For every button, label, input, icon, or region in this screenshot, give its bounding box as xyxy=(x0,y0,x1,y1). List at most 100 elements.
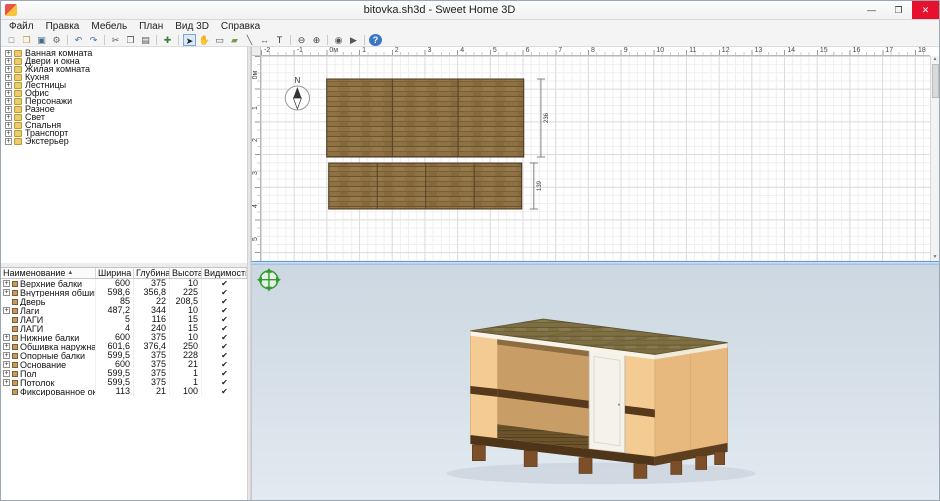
visibility-checkbox[interactable]: ✔ xyxy=(202,279,247,288)
visibility-checkbox[interactable]: ✔ xyxy=(202,351,247,360)
expand-icon[interactable]: + xyxy=(5,138,12,145)
zoom-out-icon[interactable]: ⊖ xyxy=(295,34,308,46)
plan-canvas[interactable]: N xyxy=(261,56,930,261)
expand-icon[interactable]: + xyxy=(3,280,10,287)
furniture-name: Лаги xyxy=(20,306,39,315)
visibility-checkbox[interactable]: ✔ xyxy=(202,306,247,315)
menu-item[interactable]: Мебель xyxy=(85,20,133,33)
furniture-name-cell: +Обшивка наружная xyxy=(1,342,96,351)
visibility-checkbox[interactable]: ✔ xyxy=(202,297,247,306)
column-header[interactable]: Высота xyxy=(170,268,202,278)
expand-icon[interactable]: + xyxy=(3,334,10,341)
menu-item[interactable]: Справка xyxy=(215,20,266,33)
menu-item[interactable]: Правка xyxy=(40,20,86,33)
zoom-in-icon[interactable]: ⊕ xyxy=(310,34,323,46)
expand-icon[interactable]: + xyxy=(5,106,12,113)
menu-item[interactable]: Вид 3D xyxy=(169,20,215,33)
pan-icon[interactable]: ✋ xyxy=(198,34,211,46)
expand-icon[interactable]: + xyxy=(5,58,12,65)
expand-icon[interactable]: + xyxy=(5,66,12,73)
create-dimensions-icon[interactable]: ↔ xyxy=(258,34,271,46)
furniture-name: Нижние балки xyxy=(20,333,79,342)
scroll-down-icon[interactable]: ▼ xyxy=(933,254,938,261)
expand-icon[interactable]: + xyxy=(3,361,10,368)
expand-icon[interactable]: + xyxy=(3,289,10,296)
expand-icon[interactable]: + xyxy=(3,343,10,350)
visibility-checkbox[interactable]: ✔ xyxy=(202,333,247,342)
paste-icon[interactable]: ▤ xyxy=(139,34,152,46)
create-polylines-icon[interactable]: ╲ xyxy=(243,34,256,46)
visibility-checkbox[interactable]: ✔ xyxy=(202,288,247,297)
scroll-up-icon[interactable]: ▲ xyxy=(933,56,938,63)
expand-icon[interactable]: + xyxy=(3,370,10,377)
expand-icon[interactable]: + xyxy=(5,114,12,121)
visibility-checkbox[interactable]: ✔ xyxy=(202,378,247,387)
select-icon[interactable]: ➤ xyxy=(183,34,196,46)
ruler-label: 18 xyxy=(918,47,926,54)
expand-icon[interactable]: + xyxy=(5,90,12,97)
scrollbar-thumb[interactable] xyxy=(932,64,939,98)
menu-item[interactable]: Файл xyxy=(3,20,40,33)
expand-icon[interactable]: + xyxy=(5,122,12,129)
expand-icon[interactable]: + xyxy=(5,130,12,137)
app-icon xyxy=(5,4,17,16)
help-icon[interactable]: ? xyxy=(369,34,382,46)
ruler-label: 4 xyxy=(252,198,260,214)
close-button[interactable]: ✕ xyxy=(912,1,939,19)
redo-icon[interactable]: ↷ xyxy=(87,34,100,46)
table-row[interactable]: ЛАГИ511615✔ xyxy=(1,315,247,324)
plan-vertical-scrollbar[interactable]: ▲ ▼ xyxy=(930,56,939,261)
preferences-icon[interactable]: ⚙ xyxy=(50,34,63,46)
visibility-checkbox[interactable]: ✔ xyxy=(202,387,247,396)
visibility-checkbox[interactable]: ✔ xyxy=(202,360,247,369)
ruler-label: 0м xyxy=(329,47,338,54)
view-3d[interactable] xyxy=(251,265,939,500)
category-folder-icon xyxy=(14,130,22,137)
visibility-checkbox[interactable]: ✔ xyxy=(202,369,247,378)
visibility-checkbox[interactable]: ✔ xyxy=(202,342,247,351)
navigation-indicator-icon[interactable] xyxy=(257,268,281,292)
expand-icon[interactable]: + xyxy=(3,379,10,386)
minimize-button[interactable]: — xyxy=(858,1,885,19)
create-video-icon[interactable]: ▶ xyxy=(347,34,360,46)
create-rooms-icon[interactable]: ▰ xyxy=(228,34,241,46)
furniture-catalog[interactable]: +Ванная комната+Двери и окна+Жилая комна… xyxy=(1,47,247,263)
svg-text:236: 236 xyxy=(544,112,550,123)
save-plan-icon[interactable]: ▣ xyxy=(35,34,48,46)
expand-icon[interactable]: + xyxy=(5,98,12,105)
ruler-label: 8 xyxy=(591,47,595,54)
furniture-table[interactable]: Наименование▲ШиринаГлубинаВысотаВидимост… xyxy=(1,267,247,500)
new-plan-icon[interactable]: □ xyxy=(5,34,18,46)
expand-icon[interactable]: + xyxy=(5,50,12,57)
column-header[interactable]: Глубина xyxy=(134,268,170,278)
undo-icon[interactable]: ↶ xyxy=(72,34,85,46)
add-furniture-icon[interactable]: ✚ xyxy=(161,34,174,46)
create-photo-icon[interactable]: ◉ xyxy=(332,34,345,46)
expand-icon[interactable]: + xyxy=(5,82,12,89)
ruler-label: 5 xyxy=(252,231,260,247)
cut-icon[interactable]: ✂ xyxy=(109,34,122,46)
horizontal-ruler: -2-10м123456789101112131415161718 xyxy=(261,47,930,56)
add-text-icon[interactable]: T xyxy=(273,34,286,46)
plan-building[interactable] xyxy=(327,79,524,209)
column-header[interactable]: Видимость xyxy=(202,268,247,278)
copy-icon[interactable]: ❐ xyxy=(124,34,137,46)
column-header[interactable]: Ширина xyxy=(96,268,134,278)
create-walls-icon[interactable]: ▭ xyxy=(213,34,226,46)
menu-item[interactable]: План xyxy=(133,20,169,33)
column-header[interactable]: Наименование▲ xyxy=(1,268,96,278)
visibility-checkbox[interactable]: ✔ xyxy=(202,324,247,333)
expand-icon[interactable]: + xyxy=(3,307,10,314)
visibility-checkbox[interactable]: ✔ xyxy=(202,315,247,324)
catalog-item[interactable]: +Экстерьер xyxy=(1,137,247,145)
toolbar-separator xyxy=(327,35,328,45)
table-row[interactable]: +Лаги487,234410✔ xyxy=(1,306,247,315)
open-plan-icon[interactable]: ❒ xyxy=(20,34,33,46)
furniture-name: Дверь xyxy=(20,297,45,306)
plan-view[interactable]: -2-10м123456789101112131415161718 0м1234… xyxy=(251,47,939,261)
expand-icon[interactable]: + xyxy=(3,352,10,359)
table-row[interactable]: Фиксированное окно11321100✔ xyxy=(1,387,247,396)
cabin-3d[interactable] xyxy=(446,319,755,484)
restore-button[interactable]: ❐ xyxy=(885,1,912,19)
expand-icon[interactable]: + xyxy=(5,74,12,81)
